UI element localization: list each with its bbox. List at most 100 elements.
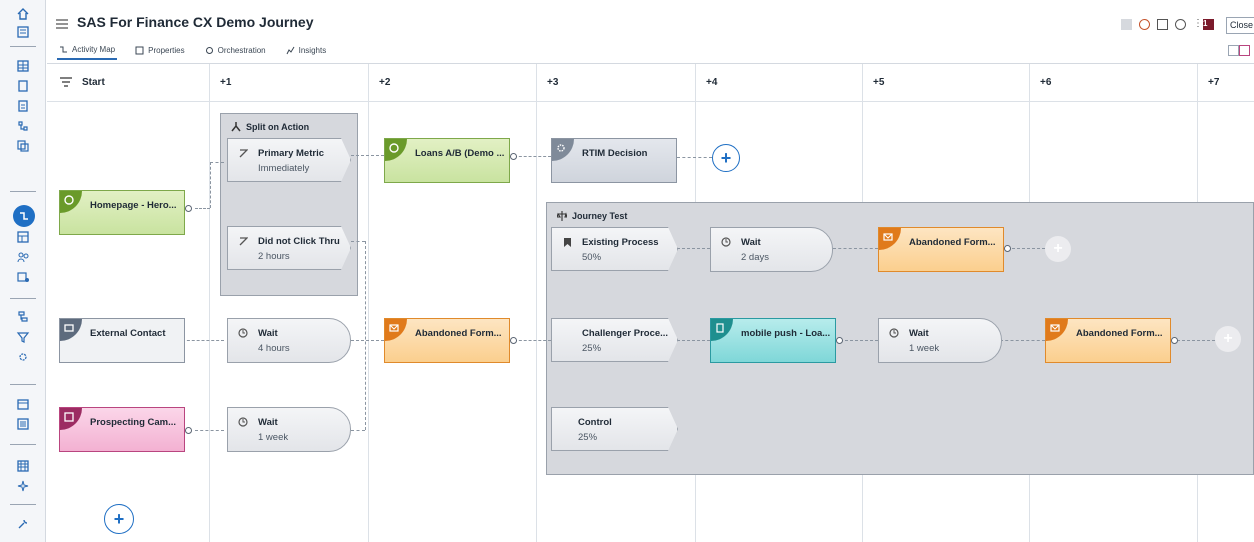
abandoned-form-node-2[interactable]: Abandoned Form... bbox=[878, 227, 1004, 272]
wait-4h-node[interactable]: Wait 4 hours bbox=[227, 318, 351, 363]
library-icon[interactable] bbox=[13, 24, 33, 40]
rtim-decision-node[interactable]: RTIM Decision bbox=[551, 138, 677, 183]
email-icon bbox=[1046, 319, 1068, 341]
homepage-node[interactable]: Homepage - Hero... bbox=[59, 190, 185, 235]
output-port[interactable] bbox=[836, 337, 843, 344]
wait-1w-node[interactable]: Wait 1 week bbox=[227, 407, 351, 452]
grid-icon[interactable] bbox=[13, 58, 33, 74]
node-title: Wait bbox=[909, 328, 929, 339]
save-icon[interactable] bbox=[1121, 19, 1132, 30]
output-port[interactable] bbox=[1171, 337, 1178, 344]
external-contact-node[interactable]: External Contact bbox=[59, 318, 185, 363]
spreadsheet-icon[interactable] bbox=[13, 458, 33, 474]
node-subtitle: 2 hours bbox=[258, 251, 290, 262]
wrench-icon[interactable] bbox=[13, 516, 33, 532]
abandoned-form-node-1[interactable]: Abandoned Form... bbox=[384, 318, 510, 363]
decision-gear-icon bbox=[552, 139, 574, 161]
gear-icon[interactable] bbox=[13, 349, 33, 365]
tab-insights[interactable]: Insights bbox=[284, 40, 329, 60]
document-icon[interactable] bbox=[13, 78, 33, 94]
column-start: Start bbox=[47, 64, 209, 542]
clock-icon bbox=[721, 237, 731, 247]
hierarchy-icon[interactable] bbox=[13, 118, 33, 134]
output-port[interactable] bbox=[185, 205, 192, 212]
wait-1w-node-b[interactable]: Wait 1 week bbox=[878, 318, 1002, 363]
node-title: Existing Process bbox=[582, 237, 659, 248]
copy-icon[interactable] bbox=[13, 138, 33, 154]
more-icon[interactable]: ⋮ bbox=[1193, 19, 1203, 30]
tab-bar: Activity Map Properties Orchestration In… bbox=[57, 40, 328, 62]
node-title: Challenger Proce... bbox=[582, 328, 669, 339]
existing-process-node[interactable]: Existing Process 50% bbox=[551, 227, 678, 271]
list-icon[interactable] bbox=[13, 416, 33, 432]
node-title: Abandoned Form... bbox=[415, 328, 502, 339]
node-subtitle: 25% bbox=[582, 343, 602, 354]
tab-activity-map[interactable]: Activity Map bbox=[57, 40, 118, 60]
connector bbox=[514, 340, 551, 341]
clock-icon bbox=[238, 328, 248, 338]
mobile-push-node[interactable]: mobile push - Loa... bbox=[710, 318, 836, 363]
did-not-click-node[interactable]: Did not Click Thru 2 hours bbox=[227, 226, 351, 270]
activity-map-canvas[interactable]: Start +1 +2 +3 +4 +5 +6 +7 Split on Acti… bbox=[47, 64, 1254, 542]
notification-badge[interactable]: 1 bbox=[1203, 19, 1214, 30]
connector bbox=[210, 162, 211, 208]
fit-view-icon[interactable] bbox=[1228, 45, 1239, 56]
validate-icon[interactable] bbox=[1157, 19, 1168, 30]
calendar-icon[interactable] bbox=[13, 396, 33, 412]
contact-icon bbox=[60, 319, 82, 341]
node-title: External Contact bbox=[90, 328, 166, 339]
group-label: Journey Test bbox=[557, 211, 627, 221]
node-title: Loans A/B (Demo ... bbox=[415, 148, 505, 159]
sparkle-icon[interactable] bbox=[13, 478, 33, 494]
connector bbox=[182, 340, 224, 341]
output-port[interactable] bbox=[185, 427, 192, 434]
loans-ab-node[interactable]: Loans A/B (Demo ... bbox=[384, 138, 510, 183]
prospecting-node[interactable]: Prospecting Cam... bbox=[59, 407, 185, 452]
output-port[interactable] bbox=[510, 153, 517, 160]
node-subtitle: Immediately bbox=[258, 163, 310, 174]
bookmark-icon bbox=[563, 238, 572, 247]
properties-icon bbox=[135, 46, 144, 54]
status-icon[interactable] bbox=[1139, 19, 1150, 30]
add-activity-button-disabled[interactable]: + bbox=[1045, 236, 1071, 262]
column-header: +1 bbox=[210, 64, 368, 102]
people-icon[interactable] bbox=[13, 249, 33, 265]
node-subtitle: 4 hours bbox=[258, 343, 290, 354]
connector bbox=[210, 162, 224, 163]
connector bbox=[677, 157, 712, 158]
highlight-icon[interactable] bbox=[1239, 45, 1250, 56]
node-title: Did not Click Thru bbox=[258, 236, 340, 247]
connector bbox=[195, 430, 224, 431]
wait-2d-node[interactable]: Wait 2 days bbox=[710, 227, 833, 272]
connector bbox=[840, 340, 878, 341]
add-activity-button[interactable]: + bbox=[712, 144, 740, 172]
org-chart-icon[interactable] bbox=[13, 309, 33, 325]
abandoned-form-node-3[interactable]: Abandoned Form... bbox=[1045, 318, 1171, 363]
email-icon bbox=[385, 319, 407, 341]
primary-metric-node[interactable]: Primary Metric Immediately bbox=[227, 138, 351, 182]
tab-properties[interactable]: Properties bbox=[133, 40, 186, 60]
funnel-icon[interactable] bbox=[13, 329, 33, 345]
table-icon[interactable] bbox=[13, 229, 33, 245]
activity-map-icon bbox=[60, 46, 67, 52]
hamburger-menu-icon[interactable] bbox=[56, 16, 68, 29]
connector bbox=[351, 155, 384, 156]
control-node[interactable]: Control 25% bbox=[551, 407, 678, 451]
output-port[interactable] bbox=[510, 337, 517, 344]
close-button[interactable]: Close bbox=[1226, 17, 1254, 34]
tab-orchestration[interactable]: Orchestration bbox=[203, 40, 268, 60]
output-port[interactable] bbox=[1004, 245, 1011, 252]
add-start-button[interactable]: + bbox=[104, 504, 134, 534]
home-icon[interactable] bbox=[13, 6, 33, 22]
connector bbox=[1000, 340, 1045, 341]
segment-icon[interactable] bbox=[13, 269, 33, 285]
group-title: Split on Action bbox=[246, 122, 310, 132]
refresh-icon[interactable] bbox=[1175, 19, 1186, 30]
challenger-process-node[interactable]: Challenger Proce... 25% bbox=[551, 318, 678, 362]
mobile-icon bbox=[711, 319, 733, 341]
add-activity-button-disabled[interactable]: + bbox=[1215, 326, 1241, 352]
journey-icon[interactable] bbox=[13, 205, 35, 227]
flag-icon bbox=[239, 149, 248, 158]
clock-icon bbox=[238, 417, 248, 427]
file-icon[interactable] bbox=[13, 98, 33, 114]
